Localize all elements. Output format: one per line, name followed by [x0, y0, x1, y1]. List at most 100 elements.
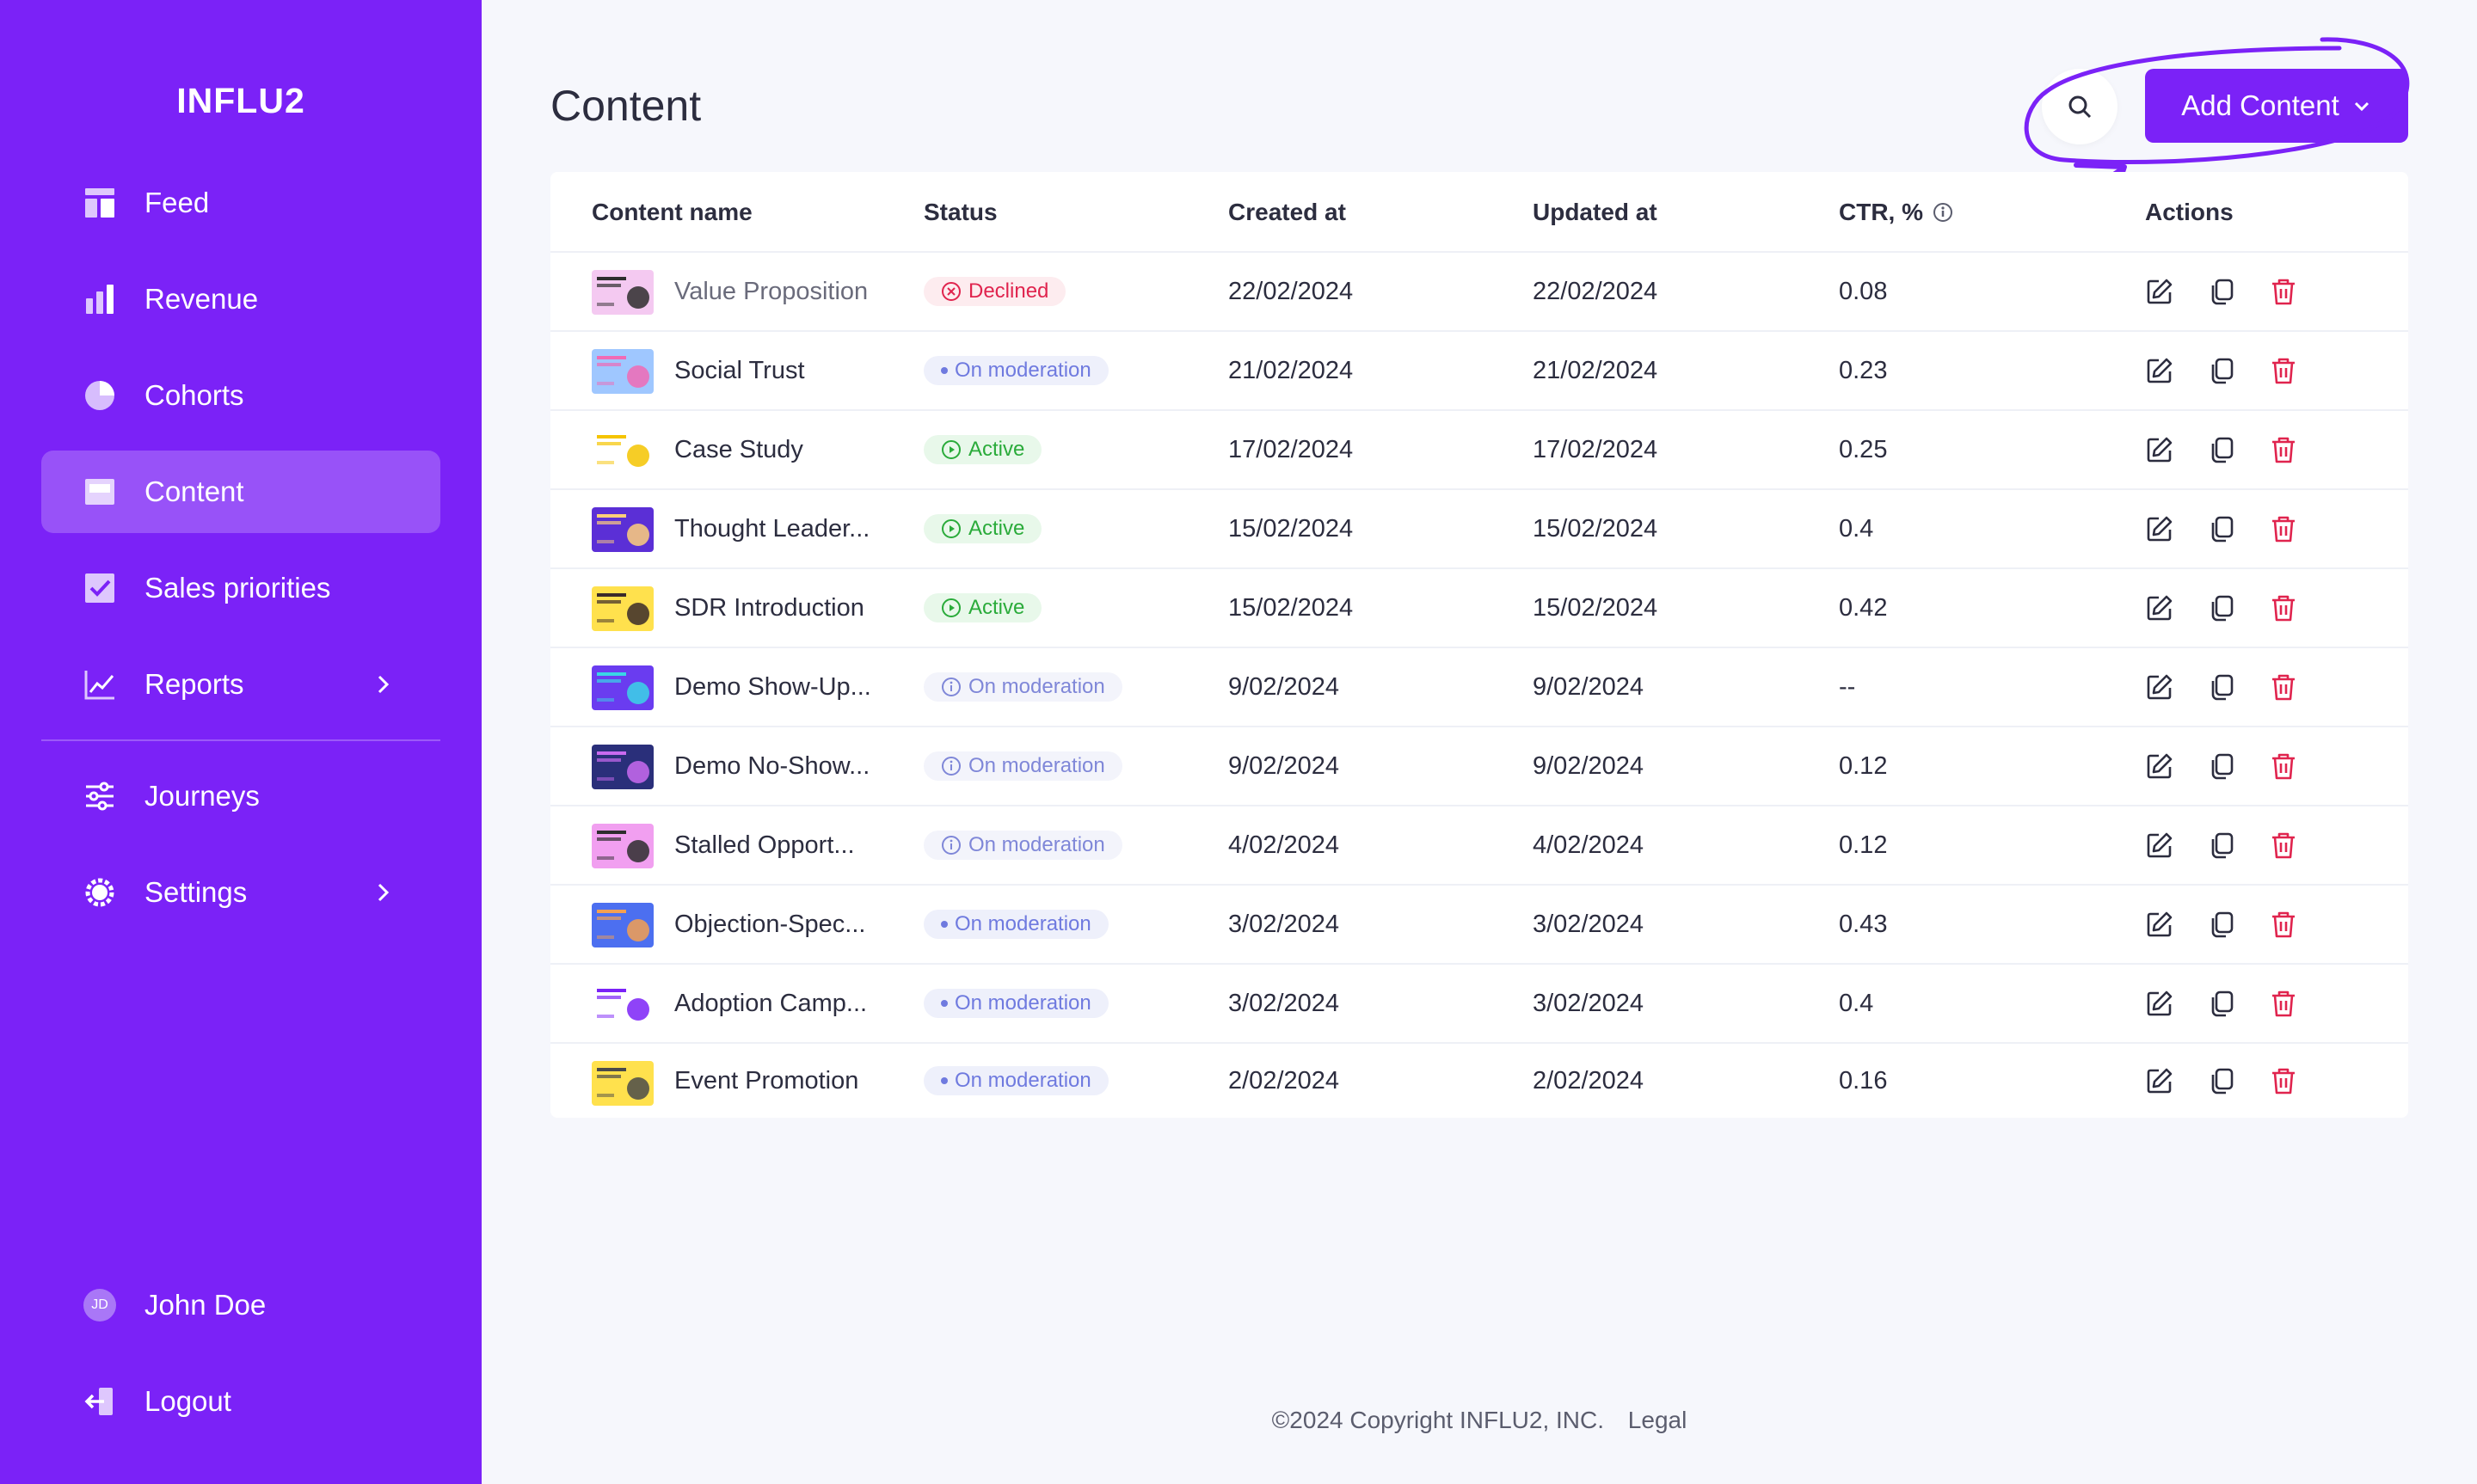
table-row[interactable]: Event Promotion On moderation 2/02/2024 …	[550, 1044, 2408, 1118]
edit-button[interactable]	[2145, 253, 2174, 330]
trash-icon	[2272, 911, 2295, 938]
delete-button[interactable]	[2269, 253, 2298, 330]
delete-button[interactable]	[2269, 727, 2298, 805]
add-content-button[interactable]: Add Content	[2145, 69, 2408, 143]
content-name[interactable]: Thought Leader...	[674, 490, 870, 567]
legal-link[interactable]: Legal	[1628, 1407, 1687, 1433]
delete-button[interactable]	[2269, 886, 2298, 963]
column-header-created[interactable]: Created at	[1228, 172, 1346, 253]
edit-button[interactable]	[2145, 648, 2174, 726]
search-button[interactable]	[2042, 69, 2117, 144]
content-thumbnail[interactable]	[592, 982, 654, 1027]
sidebar-item-label: Feed	[144, 187, 210, 218]
edit-button[interactable]	[2145, 806, 2174, 884]
duplicate-button[interactable]	[2207, 569, 2236, 647]
content-thumbnail[interactable]	[592, 665, 654, 710]
delete-button[interactable]	[2269, 1044, 2298, 1118]
content-thumbnail[interactable]	[592, 1061, 654, 1106]
duplicate-button[interactable]	[2207, 965, 2236, 1042]
ctr-value: 0.16	[1839, 1066, 1888, 1095]
content-thumbnail[interactable]	[592, 586, 654, 631]
edit-icon	[2147, 358, 2173, 383]
table-row[interactable]: Adoption Camp... On moderation 3/02/2024…	[550, 965, 2408, 1044]
sidebar-item-settings[interactable]: Settings	[41, 851, 440, 934]
duplicate-button[interactable]	[2207, 490, 2236, 567]
sidebar-item-feed[interactable]: Feed	[41, 162, 440, 244]
delete-button[interactable]	[2269, 806, 2298, 884]
sidebar-item-revenue[interactable]: Revenue	[41, 258, 440, 340]
duplicate-button[interactable]	[2207, 1044, 2236, 1118]
updated-date: 2/02/2024	[1533, 1066, 1644, 1095]
created-date: 15/02/2024	[1228, 593, 1354, 622]
content-thumbnail[interactable]	[592, 428, 654, 473]
content-thumbnail[interactable]	[592, 270, 654, 315]
content-name[interactable]: Value Proposition	[674, 253, 868, 330]
sidebar-item-reports[interactable]: Reports	[41, 643, 440, 726]
delete-button[interactable]	[2269, 490, 2298, 567]
column-header-status[interactable]: Status	[924, 172, 998, 253]
duplicate-button[interactable]	[2207, 648, 2236, 726]
content-thumbnail[interactable]	[592, 903, 654, 947]
feed-icon	[83, 186, 117, 220]
content-name[interactable]: Demo No-Show...	[674, 727, 870, 805]
delete-button[interactable]	[2269, 648, 2298, 726]
status-badge: Declined	[924, 277, 1066, 306]
sidebar-item-journeys[interactable]: Journeys	[41, 755, 440, 837]
table-row[interactable]: Stalled Opport... On moderation 4/02/202…	[550, 806, 2408, 886]
content-name[interactable]: Case Study	[674, 411, 803, 488]
table-row[interactable]: Thought Leader... Active 15/02/2024 15/0…	[550, 490, 2408, 569]
user-profile[interactable]: JD John Doe	[41, 1264, 440, 1346]
sidebar-item-sales-priorities[interactable]: Sales priorities	[41, 547, 440, 629]
content-name[interactable]: Stalled Opport...	[674, 806, 855, 884]
content-thumbnail[interactable]	[592, 507, 654, 552]
content-name[interactable]: Social Trust	[674, 332, 805, 409]
delete-button[interactable]	[2269, 569, 2298, 647]
duplicate-button[interactable]	[2207, 886, 2236, 963]
content-name[interactable]: Event Promotion	[674, 1044, 858, 1118]
table-row[interactable]: Social Trust On moderation 21/02/2024 21…	[550, 332, 2408, 411]
table-row[interactable]: Value Proposition Declined 22/02/2024 22…	[550, 253, 2408, 332]
content-name[interactable]: Adoption Camp...	[674, 965, 867, 1042]
duplicate-button[interactable]	[2207, 806, 2236, 884]
content-name[interactable]: SDR Introduction	[674, 569, 864, 647]
status-badge: On moderation	[924, 989, 1109, 1018]
duplicate-button[interactable]	[2207, 253, 2236, 330]
edit-button[interactable]	[2145, 1044, 2174, 1118]
copy-icon	[2211, 279, 2234, 305]
duplicate-button[interactable]	[2207, 332, 2236, 409]
column-header-ctr[interactable]: CTR, %	[1839, 172, 1954, 253]
sidebar-item-content[interactable]: Content	[41, 451, 440, 533]
sidebar-item-cohorts[interactable]: Cohorts	[41, 354, 440, 437]
edit-button[interactable]	[2145, 569, 2174, 647]
chevron-down-icon	[2354, 101, 2369, 112]
duplicate-button[interactable]	[2207, 411, 2236, 488]
content-name[interactable]: Objection-Spec...	[674, 886, 865, 963]
delete-button[interactable]	[2269, 411, 2298, 488]
edit-button[interactable]	[2145, 965, 2174, 1042]
column-header-updated[interactable]: Updated at	[1533, 172, 1657, 253]
status-badge: On moderation	[924, 1066, 1109, 1095]
delete-button[interactable]	[2269, 332, 2298, 409]
table-row[interactable]: SDR Introduction Active 15/02/2024 15/02…	[550, 569, 2408, 648]
edit-button[interactable]	[2145, 411, 2174, 488]
content-thumbnail[interactable]	[592, 349, 654, 394]
updated-date: 15/02/2024	[1533, 593, 1658, 622]
delete-button[interactable]	[2269, 965, 2298, 1042]
table-row[interactable]: Demo No-Show... On moderation 9/02/2024 …	[550, 727, 2408, 806]
info-icon[interactable]	[1932, 201, 1954, 224]
table-row[interactable]: Case Study Active 17/02/2024 17/02/2024 …	[550, 411, 2408, 490]
edit-icon	[2147, 279, 2173, 304]
column-header-name[interactable]: Content name	[592, 172, 753, 253]
edit-button[interactable]	[2145, 886, 2174, 963]
status-cell: Active	[924, 490, 1042, 567]
content-thumbnail[interactable]	[592, 824, 654, 868]
duplicate-button[interactable]	[2207, 727, 2236, 805]
content-name[interactable]: Demo Show-Up...	[674, 648, 871, 726]
content-thumbnail[interactable]	[592, 745, 654, 789]
edit-button[interactable]	[2145, 490, 2174, 567]
table-row[interactable]: Demo Show-Up... On moderation 9/02/2024 …	[550, 648, 2408, 727]
table-row[interactable]: Objection-Spec... On moderation 3/02/202…	[550, 886, 2408, 965]
edit-button[interactable]	[2145, 727, 2174, 805]
status-label: Active	[968, 517, 1025, 540]
edit-button[interactable]	[2145, 332, 2174, 409]
